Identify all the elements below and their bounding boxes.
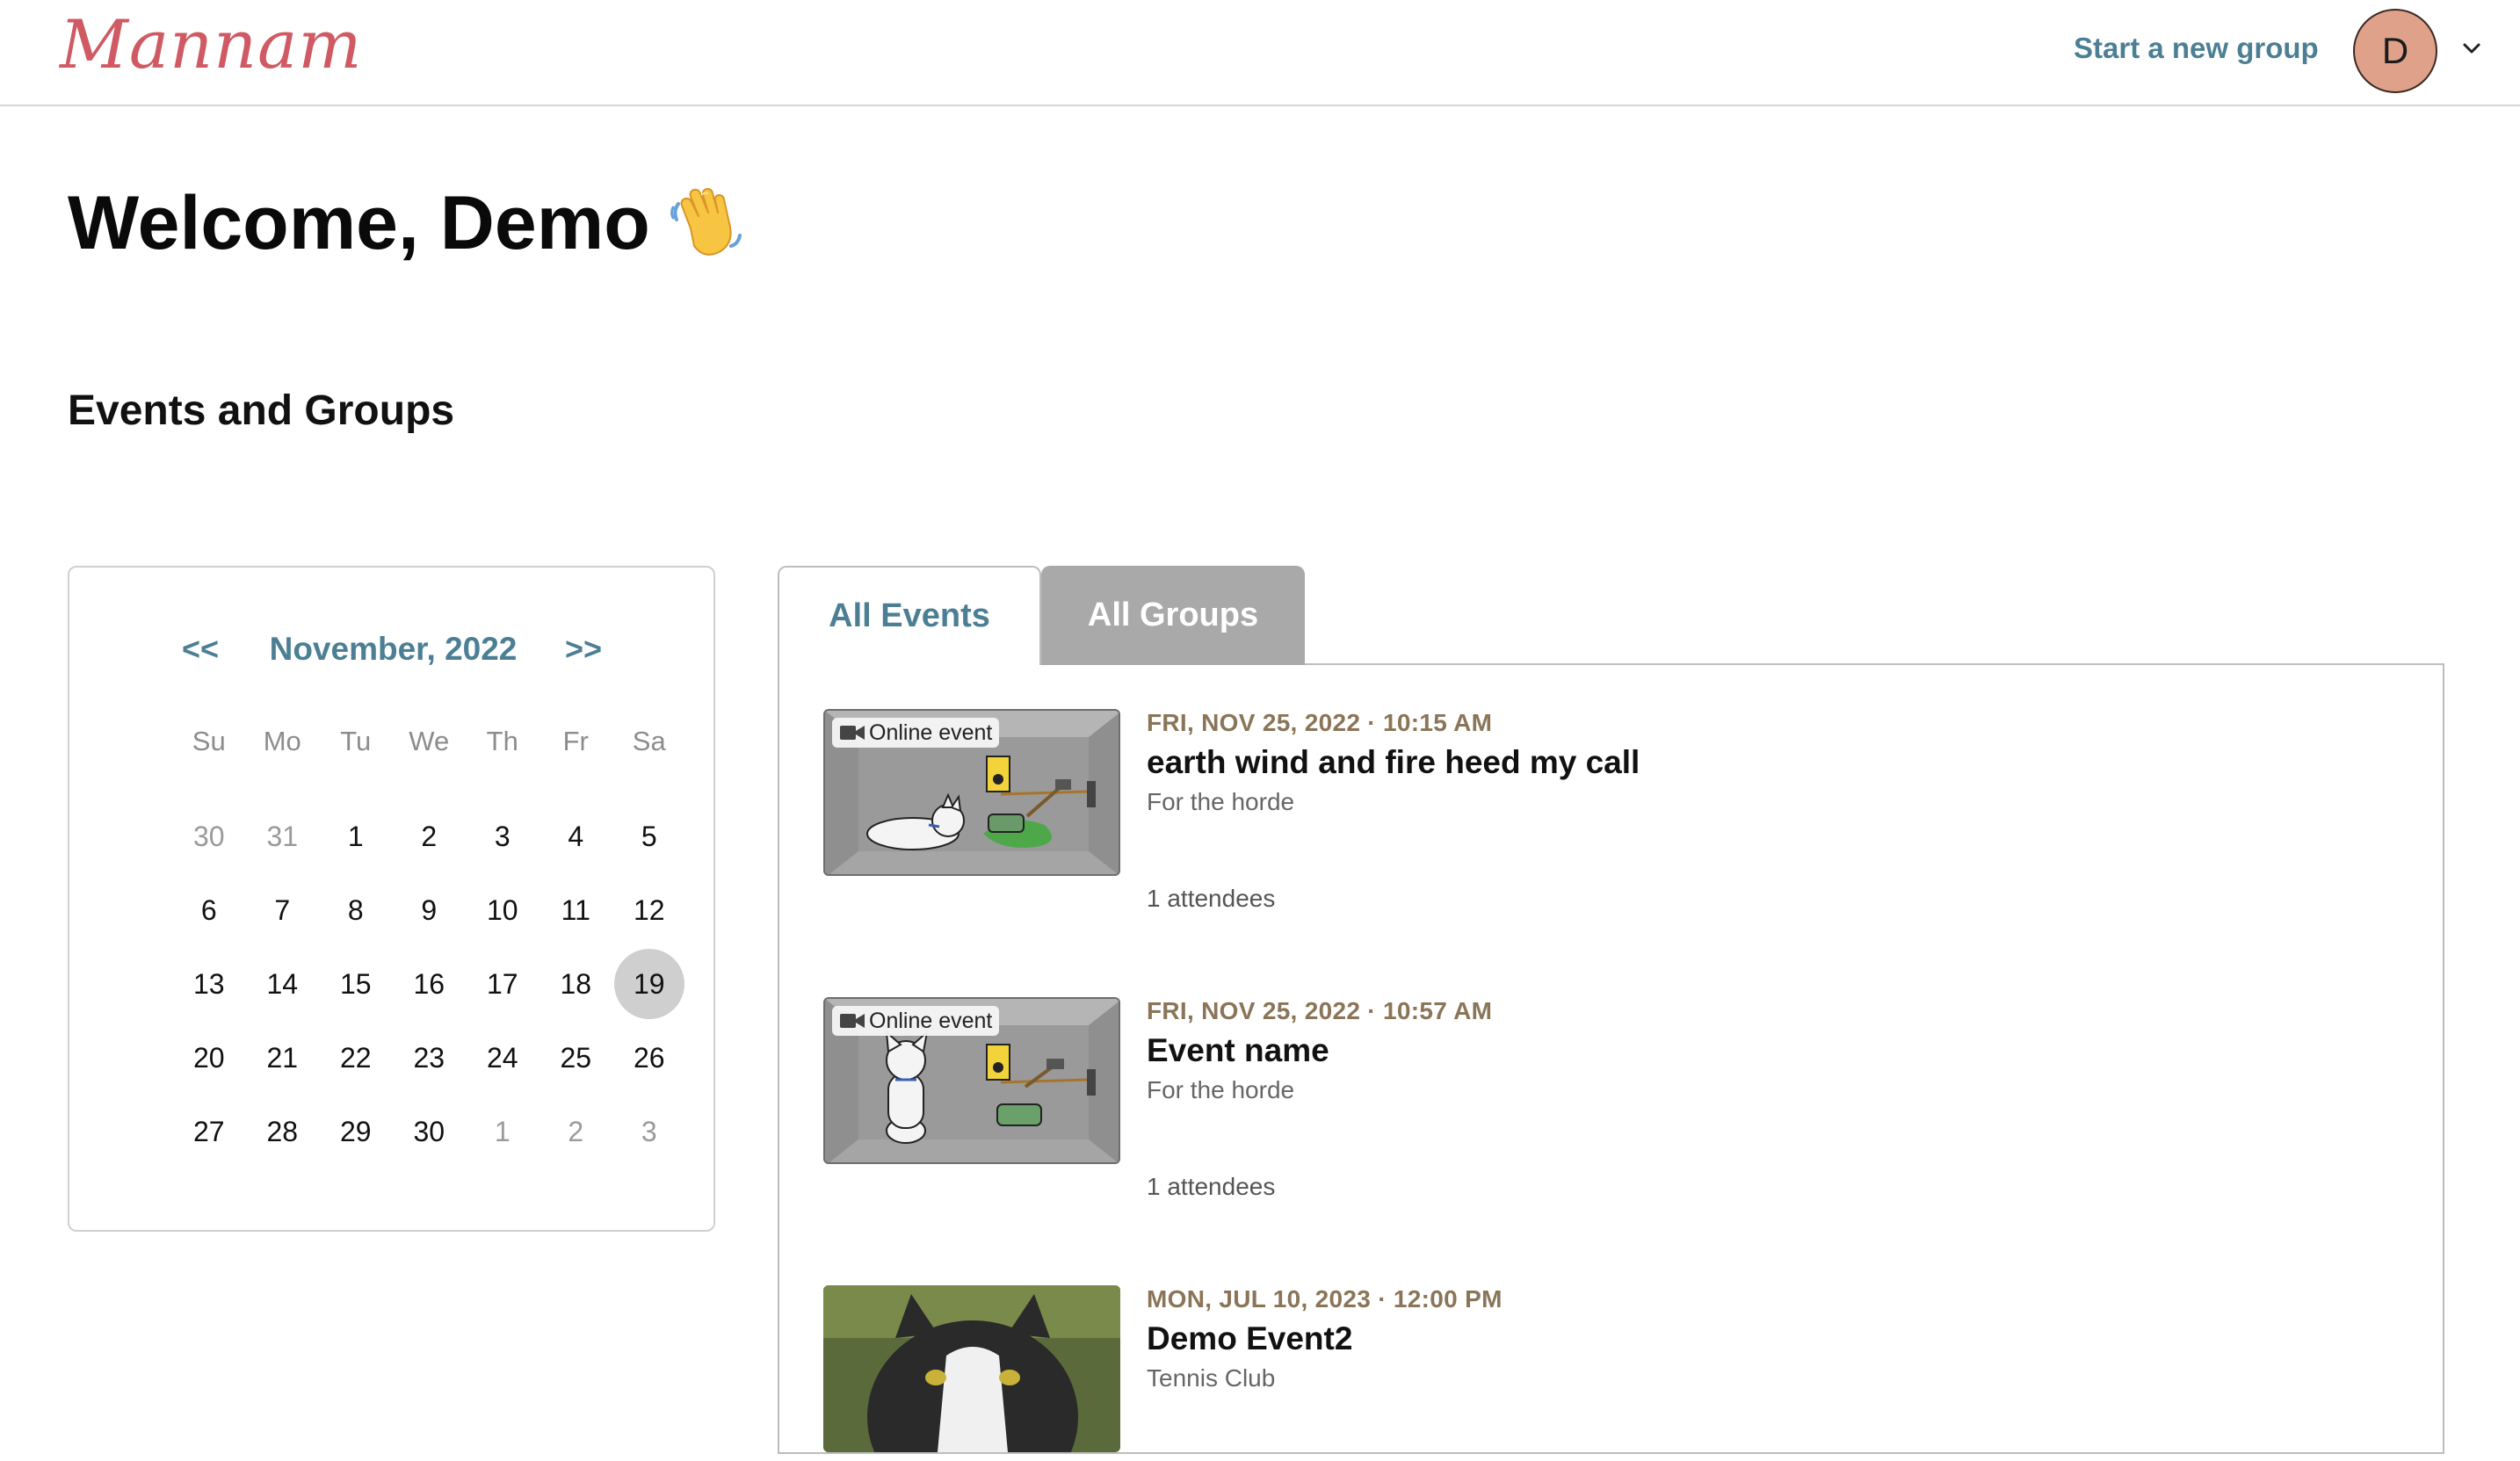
calendar-day[interactable]: 2 [539,1095,613,1168]
calendar-day[interactable]: 16 [393,947,467,1021]
weekday-label: Fr [562,726,589,756]
calendar-day[interactable]: 6 [172,873,246,947]
event-thumbnail[interactable] [823,1285,1120,1452]
calendar-day[interactable]: 9 [393,873,467,947]
event-group: For the horde [1147,1076,1295,1103]
weekday-label: Tu [340,726,372,756]
calendar-day[interactable]: 25 [539,1021,613,1095]
event-card[interactable]: Online event FRI, NOV 25, 2022 · 10:15 A… [823,709,2405,912]
calendar-day[interactable]: 28 [246,1095,320,1168]
calendar-day[interactable]: 13 [172,947,246,1021]
calendar-day[interactable]: 3 [466,799,539,873]
calendar-day[interactable]: 24 [466,1021,539,1095]
event-date: FRI, NOV 25, 2022 · 10:15 AM [1147,709,1493,736]
calendar-day[interactable]: 1 [466,1095,539,1168]
calendar-day[interactable]: 27 [172,1095,246,1168]
weekday-label: We [409,726,450,756]
calendar-day[interactable]: 17 [466,947,539,1021]
cat-photo [823,1285,1120,1452]
online-event-label: Online event [869,1008,993,1033]
calendar-day[interactable]: 5 [612,799,686,873]
weekday-label: Su [192,726,226,756]
event-date: MON, JUL 10, 2023 · 12:00 PM [1147,1285,1503,1313]
events-panel: Online event FRI, NOV 25, 2022 · 10:15 A… [778,663,2444,1454]
online-event-badge: Online event [832,718,1000,748]
calendar-day[interactable]: 11 [539,873,613,947]
event-title[interactable]: earth wind and fire heed my call [1147,744,1640,781]
event-card[interactable]: Online event FRI, NOV 25, 2022 · 10:57 A… [823,997,2405,1200]
event-group: Tennis Club [1147,1364,1276,1392]
calendar-day[interactable]: 10 [466,873,539,947]
event-thumbnail[interactable]: Online event [823,997,1120,1164]
calendar-day[interactable]: 29 [319,1095,393,1168]
tab-all-groups[interactable]: All Groups [1041,566,1305,665]
calendar-day-selected[interactable]: 19 [612,947,686,1021]
calendar-day[interactable]: 7 [246,873,320,947]
calendar: << November, 2022 >> Su Mo Tu We Th Fr S… [68,566,715,1232]
calendar-day[interactable]: 2 [393,799,467,873]
tab-all-events[interactable]: All Events [778,566,1041,665]
user-avatar[interactable]: D [2353,9,2437,93]
event-thumbnail[interactable]: Online event [823,709,1120,876]
calendar-day[interactable]: 22 [319,1021,393,1095]
weekday-label: Th [486,726,518,756]
chevron-down-icon[interactable] [2458,35,2485,61]
calendar-day[interactable]: 30 [393,1095,467,1168]
avatar-initial: D [2381,30,2409,71]
event-card[interactable]: MON, JUL 10, 2023 · 12:00 PM Demo Event2… [823,1285,2405,1461]
calendar-day[interactable]: 20 [172,1021,246,1095]
event-group: For the horde [1147,788,1295,815]
event-title[interactable]: Demo Event2 [1147,1320,1352,1357]
calendar-day[interactable]: 3 [612,1095,686,1168]
video-camera-icon [840,1014,865,1028]
calendar-day[interactable]: 30 [172,799,246,873]
calendar-grid: Su Mo Tu We Th Fr Sa 30 31 1 2 3 4 5 6 7… [172,726,686,1168]
calendar-day[interactable]: 12 [612,873,686,947]
calendar-day[interactable]: 26 [612,1021,686,1095]
online-event-badge: Online event [832,1006,1000,1036]
app-logo[interactable]: Mannam [60,5,362,83]
calendar-day[interactable]: 8 [319,873,393,947]
start-new-group-link[interactable]: Start a new group [2074,32,2319,65]
calendar-day[interactable]: 14 [246,947,320,1021]
event-attendees: 1 attendees [1147,885,1276,912]
calendar-day[interactable]: 31 [246,799,320,873]
calendar-day[interactable]: 18 [539,947,613,1021]
welcome-text: Welcome, Demo [68,181,650,265]
top-nav-bar: Mannam Start a new group D [0,0,2520,106]
waving-hand-icon [670,187,742,256]
calendar-month-label: November, 2022 [269,631,518,667]
calendar-day[interactable]: 15 [319,947,393,1021]
weekday-label: Mo [263,726,301,756]
calendar-day[interactable]: 21 [246,1021,320,1095]
event-title[interactable]: Event name [1147,1032,1329,1069]
video-camera-icon [840,726,865,740]
welcome-heading: Welcome, Demo [68,180,749,267]
event-attendees: 1 attendees [1147,1173,1276,1200]
calendar-day[interactable]: 4 [539,799,613,873]
online-event-label: Online event [869,720,993,745]
calendar-day[interactable]: 1 [319,799,393,873]
calendar-day[interactable]: 23 [393,1021,467,1095]
calendar-next-month-button[interactable]: >> [565,631,602,668]
event-date: FRI, NOV 25, 2022 · 10:57 AM [1147,997,1493,1024]
section-title: Events and Groups [68,387,455,434]
weekday-label: Sa [632,726,666,756]
